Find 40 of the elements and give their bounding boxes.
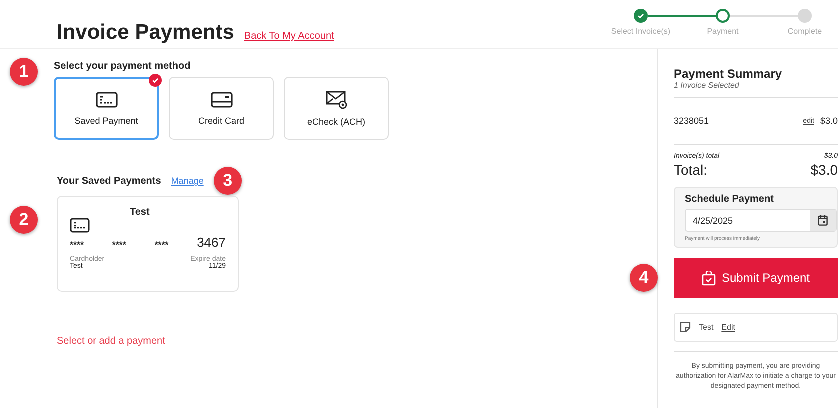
step-label: Payment xyxy=(707,27,739,36)
number-badge: 1 xyxy=(10,58,38,86)
number-badge: 4 xyxy=(630,264,658,292)
number-badge: 2 xyxy=(10,206,38,234)
payment-method-option[interactable]: Credit Card xyxy=(169,77,274,140)
masked-digits: **** xyxy=(70,240,84,250)
summary-subtitle: 1 Invoice Selected xyxy=(674,81,838,98)
note-icon xyxy=(680,322,691,333)
card-icon xyxy=(70,218,90,233)
calendar-icon xyxy=(818,215,828,226)
card-name: Test xyxy=(130,207,150,218)
card-last-digits: 3467 xyxy=(197,235,226,250)
date-field[interactable]: 4/25/2025 xyxy=(685,209,837,232)
prompt-text: Select or add a payment xyxy=(57,336,166,347)
summary-title: Payment Summary xyxy=(674,67,784,81)
invoice-amount: $3.0 xyxy=(820,116,838,126)
submit-button[interactable]: Submit Payment xyxy=(674,258,838,298)
payment-method-option[interactable]: Saved Payment xyxy=(54,77,159,140)
note-text: Test xyxy=(699,323,714,332)
step-label: Select Invoice(s) xyxy=(611,27,671,36)
section-heading: Your Saved Payments xyxy=(57,176,162,186)
step-label: Complete xyxy=(788,27,822,36)
page-title: Invoice Payments xyxy=(57,20,234,46)
masked-digits: **** xyxy=(154,240,169,250)
total-amount: $3.0 xyxy=(810,162,838,178)
total-label: Total: xyxy=(674,162,708,178)
bag-icon xyxy=(702,270,716,286)
back-link[interactable]: Back To My Account xyxy=(244,31,334,42)
masked-digits: **** xyxy=(112,240,126,250)
check-icon xyxy=(149,74,162,87)
number-badge: 3 xyxy=(214,167,242,195)
schedule-heading: Schedule Payment xyxy=(685,194,775,205)
manage-link[interactable]: Manage xyxy=(171,176,204,186)
card-icon xyxy=(96,92,118,108)
envelope-icon xyxy=(326,90,348,108)
edit-link[interactable]: Edit xyxy=(722,323,736,332)
section-heading: Select your payment method xyxy=(54,61,192,72)
credit-card-icon xyxy=(210,92,232,108)
invoice-number: 3238051 xyxy=(674,116,710,126)
payment-method-option[interactable]: eCheck (ACH) xyxy=(284,77,389,140)
